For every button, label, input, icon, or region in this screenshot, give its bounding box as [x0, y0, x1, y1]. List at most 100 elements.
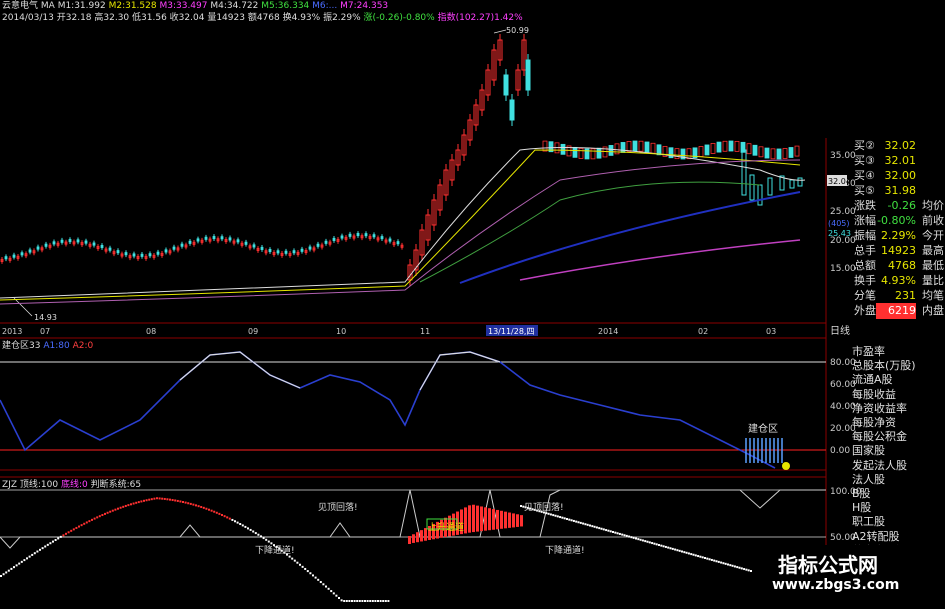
ind2-point [377, 600, 379, 602]
ind2-point [607, 529, 610, 532]
ind2-point [195, 504, 197, 507]
candle [525, 59, 531, 91]
ind2-point [706, 557, 709, 560]
ind2-point [197, 505, 200, 508]
candle [650, 142, 656, 154]
ind2-point [566, 518, 568, 520]
candle [620, 142, 626, 153]
ind2-point [646, 540, 649, 543]
ind2-point [296, 561, 299, 564]
quote-key: 买③ [854, 154, 875, 167]
candle [188, 240, 192, 244]
candle [764, 147, 770, 159]
ind2-point [10, 567, 13, 570]
ind2-point [169, 498, 171, 501]
candle [704, 144, 710, 156]
ind2-point [614, 531, 617, 534]
candle [292, 250, 296, 254]
ind2-point [345, 600, 348, 602]
ind2-point [727, 563, 729, 566]
ind2-point [137, 501, 140, 504]
quote-row: 买② 32.02 [826, 138, 945, 154]
ind2-point [293, 559, 296, 562]
info-item: 总股本(万股) [852, 359, 916, 373]
ind2-point [713, 559, 716, 562]
ind2-point [252, 530, 255, 533]
ind2-point [41, 547, 44, 550]
header-bar: 云意电气 MA M1:31.992 M2:31.528 M3:33.497 M4… [0, 0, 530, 26]
candle [608, 145, 614, 156]
ind2-point [361, 600, 364, 602]
ind2-point [299, 563, 301, 566]
quote-key: 外盘 [854, 304, 876, 317]
quote-row: 买④ 32.00 [826, 168, 945, 184]
quote-value: 32.00 [884, 169, 917, 182]
build-zone-dot [782, 462, 790, 470]
ind2-point [306, 570, 309, 573]
ind2-point [335, 594, 338, 597]
indicator1-name: 建仓区33 [2, 341, 41, 351]
ind2-point [338, 596, 340, 599]
candle [626, 141, 632, 152]
ind2-red-bar [412, 534, 415, 543]
ind2-point [205, 507, 208, 510]
ind2-point [733, 565, 736, 568]
candle [770, 148, 776, 160]
ind2-point [658, 544, 660, 546]
ind2-point [715, 560, 718, 563]
info-item: 职工股 [852, 515, 885, 529]
quote-key: 振幅 [854, 229, 876, 242]
ind2-point [632, 536, 635, 539]
ind2-point [140, 500, 143, 503]
indicator1-a2: A2:0 [72, 341, 94, 351]
ind2-point [648, 541, 651, 544]
ind2-point [241, 524, 244, 527]
ind2-red-bar [480, 506, 483, 532]
candle [698, 146, 704, 157]
ind2-red-bar [468, 505, 471, 533]
ind2-point [605, 529, 608, 532]
ind2-point [637, 538, 640, 541]
candle [560, 143, 566, 155]
ind2-point [628, 535, 631, 538]
ind2-red-bar [516, 514, 519, 527]
quote-extra: 最低 [922, 259, 944, 272]
candle [132, 253, 136, 257]
info-item: 国家股 [852, 444, 885, 458]
time-axis-label: 11 [420, 327, 430, 336]
ind2-point [304, 567, 307, 570]
ind2-red-bar [416, 532, 419, 543]
candle [68, 239, 72, 243]
time-axis-label: 2013 [2, 327, 22, 336]
info-item: 每股公积金 [852, 430, 907, 444]
watermark-title: 指标公式网 [778, 553, 878, 577]
quote-key: 换手 [854, 274, 876, 287]
candle [52, 241, 56, 245]
ind2-point [552, 514, 555, 517]
ind2-point [660, 544, 663, 547]
chart-canvas[interactable]: 35.0030.0025.0020.0015.0032.04(405)25.43… [0, 0, 945, 609]
ind2-point [332, 592, 335, 595]
ind2-red-bar [476, 505, 479, 532]
m3-value: M3:33.497 [159, 1, 208, 11]
ind2-point [158, 497, 161, 500]
ind2-point [374, 600, 377, 602]
info-item: A2转配股 [852, 529, 900, 543]
quote-row: 振幅 2.29% 今开 [826, 228, 945, 244]
annotation-down-1: 下降通道! [255, 546, 295, 556]
ind2-point [36, 550, 39, 553]
ind2-point [148, 498, 151, 501]
ma-line-magenta [519, 239, 801, 281]
candle [722, 140, 728, 152]
occlusion-patch [325, 282, 409, 322]
candle [28, 249, 32, 253]
ind2-point [187, 502, 190, 505]
candle [236, 239, 240, 243]
indicator2-name: ZJZ [2, 480, 17, 490]
quote-key: 买④ [854, 169, 875, 182]
candle [752, 144, 758, 156]
ind2-point [101, 514, 104, 517]
ind2-red-bar [496, 509, 499, 530]
ind2-point [182, 501, 184, 504]
candle [794, 145, 800, 157]
